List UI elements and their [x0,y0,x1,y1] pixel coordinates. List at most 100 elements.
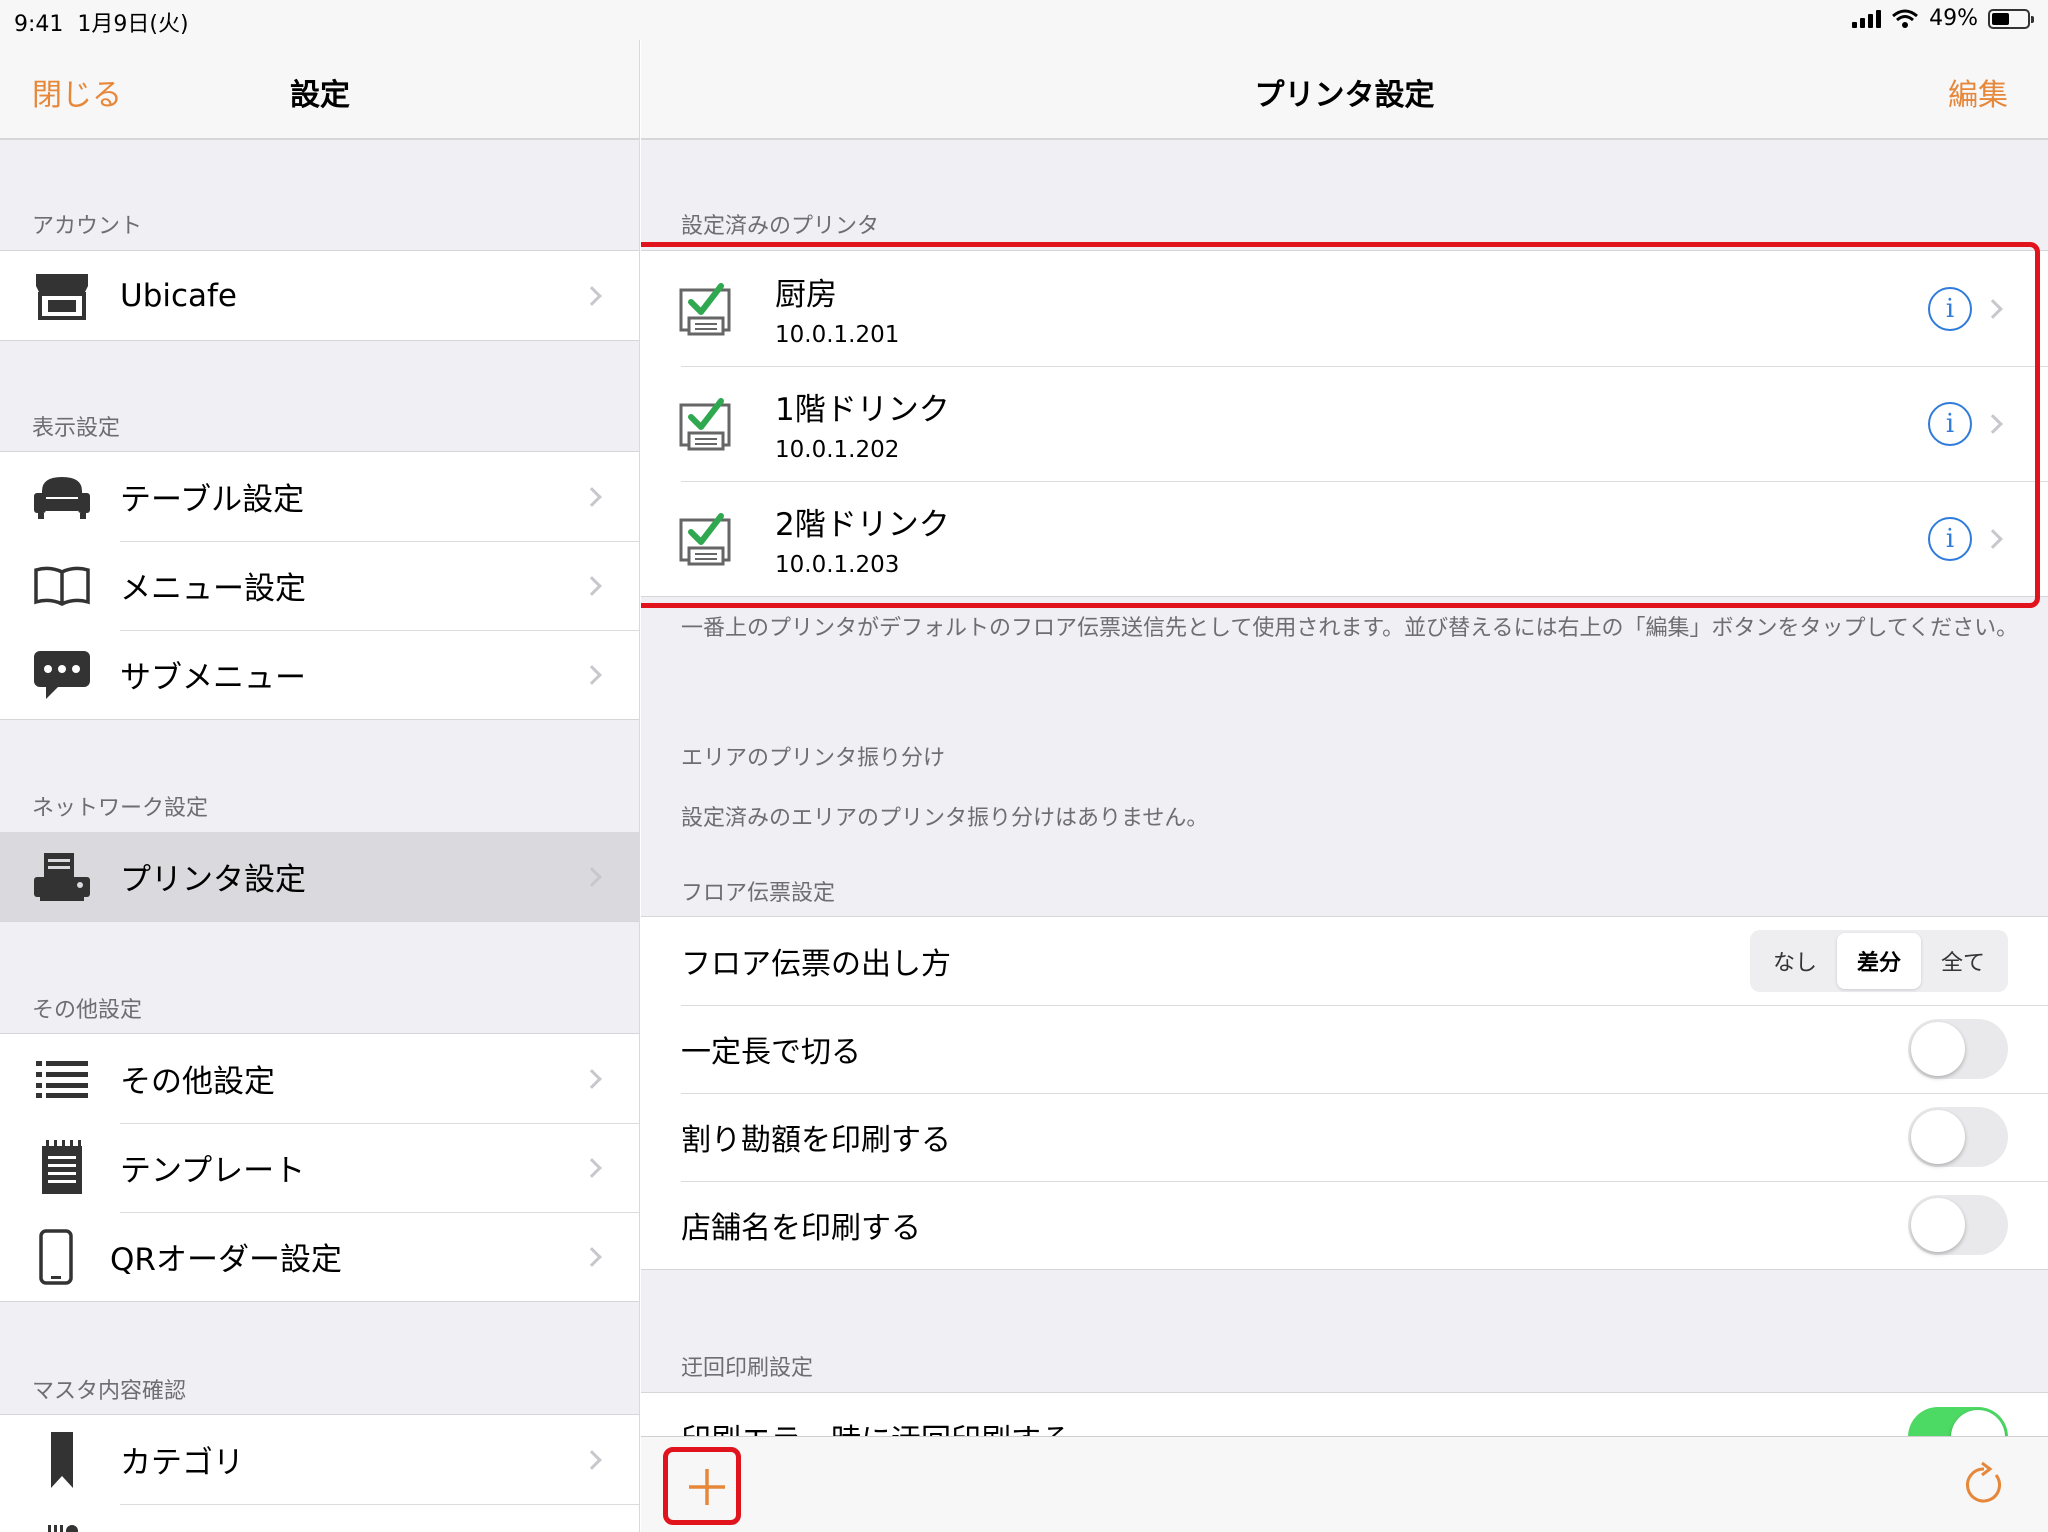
printer-ip: 10.0.1.203 [775,552,900,578]
network-group: プリンタ設定 [0,832,639,922]
section-header-display: 表示設定 [32,416,121,441]
segment-diff[interactable]: 差分 [1837,933,1921,989]
chevron-right-icon [582,285,602,306]
toggle-row: 店舗名を印刷する [641,1181,2048,1269]
sidebar-item-template[interactable]: テンプレート [0,1123,639,1212]
printer-row[interactable]: 2階ドリンク 10.0.1.203 i [641,481,2048,596]
sidebar-item-category[interactable]: カテゴリ [0,1415,639,1504]
print-store-name-toggle[interactable] [1908,1195,2008,1255]
chevron-right-icon [582,1449,602,1470]
page-title: プリンタ設定 [1254,78,1435,113]
status-time: 9:41 1月9日(火) [14,12,189,37]
sidebar-item-account[interactable]: Ubicafe [0,251,639,340]
sidebar-item-label: Ubicafe [120,277,238,314]
section-header-account: アカウント [32,214,143,239]
speech-bubble-icon [30,647,94,703]
sidebar-item-partial[interactable] [0,1504,639,1532]
sidebar-item-other-settings[interactable]: その他設定 [0,1034,639,1123]
edit-button[interactable]: 編集 [1948,70,2008,114]
printers-footer-note: 一番上のプリンタがデフォルトのフロア伝票送信先として使用されます。並び替えるには… [681,616,2019,641]
sofa-icon [30,469,94,525]
sidebar-item-submenu[interactable]: サブメニュー [0,630,639,719]
sidebar-nav-bar: 閉じる 設定 [0,40,639,140]
toggle-row: 一定長で切る [641,1005,2048,1093]
printer-row[interactable]: 1階ドリンク 10.0.1.202 i [641,366,2048,481]
bottom-toolbar [641,1436,2048,1532]
list-icon [30,1051,94,1107]
floor-mode-row: フロア伝票の出し方 なし 差分 全て [641,917,2048,1005]
toggle-label: 一定長で切る [681,1035,861,1070]
chevron-right-icon [582,575,602,596]
chevron-right-icon [582,1246,602,1267]
section-header-bypass: 迂回印刷設定 [681,1356,814,1381]
section-header-network: ネットワーク設定 [32,796,209,821]
info-icon[interactable]: i [1928,401,1972,446]
notepad-icon [30,1139,94,1196]
bookmark-icon [30,1431,94,1488]
chevron-right-icon [582,1157,602,1178]
printer-name: 2階ドリンク [775,507,950,543]
section-header-area: エリアのプリンタ振り分け [681,746,946,771]
chevron-right-icon [1983,413,2003,434]
sidebar-item-menu-settings[interactable]: メニュー設定 [0,541,639,630]
detail-nav-bar: プリンタ設定 編集 [641,40,2048,140]
section-header-floor: フロア伝票設定 [681,881,836,906]
status-indicators: 49% [1852,6,2034,31]
printer-check-icon [679,282,731,335]
segment-none[interactable]: なし [1753,933,1837,989]
printer-check-icon [679,512,731,565]
toggle-row: 割り勘額を印刷する [641,1093,2048,1181]
printer-row[interactable]: 厨房 10.0.1.201 i [641,251,2048,366]
sidebar-item-label: QRオーダー設定 [110,1242,342,1278]
add-printer-button[interactable] [681,1461,733,1513]
cellular-signal-icon [1852,9,1882,28]
printer-settings-pane: プリンタ設定 編集 設定済みのプリンタ 厨房 10.0.1.201 i 1階ドリ… [641,40,2048,1532]
floor-mode-label: フロア伝票の出し方 [681,947,951,982]
toggle-label: 割り勘額を印刷する [681,1123,951,1158]
print-split-amount-toggle[interactable] [1908,1107,2008,1167]
printer-name: 1階ドリンク [775,392,950,428]
sidebar-item-printer-settings[interactable]: プリンタ設定 [0,832,639,921]
chevron-right-icon [582,664,602,685]
section-header-master: マスタ内容確認 [32,1379,187,1404]
printer-check-icon [679,397,731,450]
display-group: テーブル設定 メニュー設定 サブメニュー [0,451,639,720]
section-header-other: その他設定 [32,998,143,1023]
wifi-icon [1892,9,1919,28]
sidebar-item-label: カテゴリ [120,1445,244,1481]
printer-ip: 10.0.1.201 [775,322,900,348]
battery-percent: 49% [1929,6,1978,31]
sidebar-title: 設定 [290,78,350,113]
floor-settings-group: フロア伝票の出し方 なし 差分 全て 一定長で切る 割り勘額を印刷する 店舗名を… [641,916,2048,1270]
segment-all[interactable]: 全て [1921,933,2005,989]
utensils-icon [30,1521,94,1532]
sidebar-item-label: その他設定 [120,1064,275,1100]
chevron-right-icon [1983,298,2003,319]
sidebar-item-label: プリンタ設定 [120,862,306,898]
sidebar-item-qr-order[interactable]: QRオーダー設定 [0,1212,639,1301]
battery-icon [1988,8,2034,29]
store-icon [30,268,94,324]
section-header-printers: 設定済みのプリンタ [681,214,880,239]
toggle-label: 店舗名を印刷する [681,1211,921,1246]
account-group: Ubicafe [0,250,639,341]
printer-list: 厨房 10.0.1.201 i 1階ドリンク 10.0.1.202 i 2階ドリ… [641,250,2048,597]
refresh-icon[interactable] [1960,1461,2008,1509]
settings-sidebar: 閉じる 設定 アカウント Ubicafe 表示設定 テーブル設定 メニュー設定 [0,40,640,1532]
status-bar: 9:41 1月9日(火) 49% [0,0,2048,40]
area-empty-note: 設定済みのエリアのプリンタ振り分けはありません。 [681,806,1209,831]
sidebar-item-table-settings[interactable]: テーブル設定 [0,452,639,541]
chevron-right-icon [582,1068,602,1089]
chevron-right-icon [582,866,602,887]
printer-icon [30,849,94,905]
info-icon[interactable]: i [1928,286,1972,331]
chevron-right-icon [582,486,602,507]
sidebar-item-label: テンプレート [120,1153,306,1189]
printer-ip: 10.0.1.202 [775,437,900,463]
cut-fixed-length-toggle[interactable] [1908,1019,2008,1079]
master-group: カテゴリ [0,1414,639,1532]
info-icon[interactable]: i [1928,516,1972,561]
printer-name: 厨房 [775,277,837,313]
floor-mode-segmented-control: なし 差分 全て [1750,930,2008,992]
sidebar-item-label: メニュー設定 [120,571,306,607]
